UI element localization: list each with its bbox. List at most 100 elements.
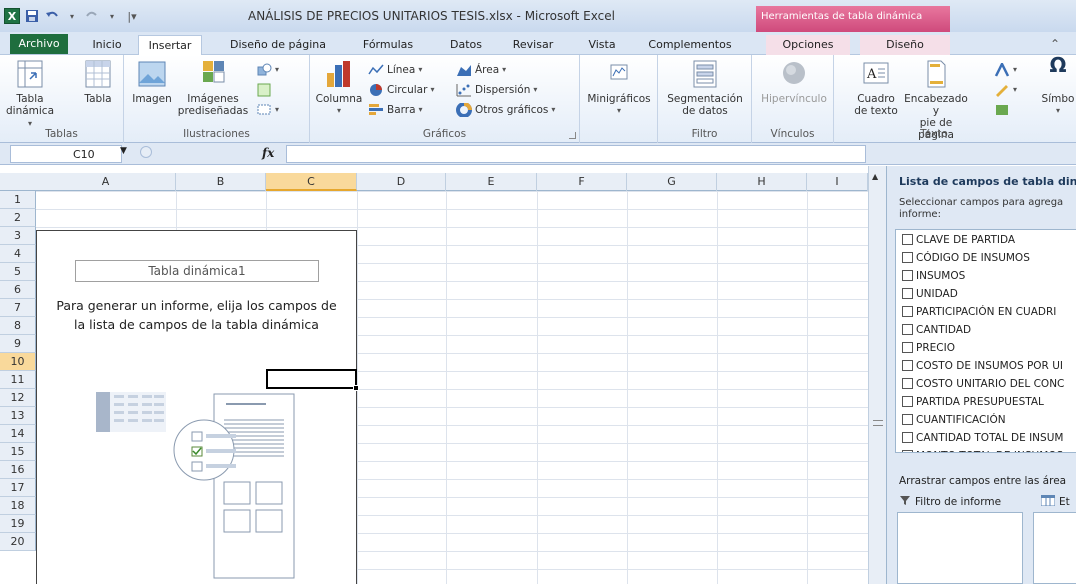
smartart-button[interactable]	[256, 81, 272, 98]
image-button[interactable]: Imagen	[132, 59, 172, 105]
tab-insertar[interactable]: Insertar	[138, 35, 202, 56]
row-header-7[interactable]: 7	[0, 299, 36, 317]
field-item[interactable]: COSTO DE INSUMOS POR UI	[902, 357, 1063, 374]
charts-dialog-launcher[interactable]	[569, 132, 576, 139]
vertical-scrollbar[interactable]: ▲	[868, 166, 886, 584]
textbox-button[interactable]: A Cuadro de texto	[854, 59, 898, 117]
hyperlink-button[interactable]: Hipervínculo	[758, 59, 830, 105]
row-header-10[interactable]: 10	[0, 353, 36, 371]
field-item[interactable]: PARTICIPACIÓN EN CUADRI	[902, 303, 1056, 320]
field-checkbox[interactable]	[902, 270, 913, 281]
tab-diseno[interactable]: Diseño	[860, 35, 950, 55]
field-item[interactable]: INSUMOS	[902, 267, 965, 284]
symbol-button[interactable]: Ω Símbo ▾	[1040, 55, 1076, 117]
scroll-up-icon[interactable]: ▲	[872, 172, 878, 181]
pivot-table-button[interactable]: Tabla dinámica ▾	[4, 59, 56, 130]
tab-opciones[interactable]: Opciones	[766, 35, 850, 55]
tab-archivo[interactable]: Archivo	[10, 34, 68, 54]
row-header-18[interactable]: 18	[0, 497, 36, 515]
field-item[interactable]: PARTIDA PRESUPUESTAL	[902, 393, 1044, 410]
tab-vista[interactable]: Vista	[580, 35, 624, 55]
column-header-e[interactable]: E	[446, 173, 537, 191]
field-checkbox[interactable]	[902, 342, 913, 353]
field-item[interactable]: COSTO UNITARIO DEL CONC	[902, 375, 1064, 392]
row-header-13[interactable]: 13	[0, 407, 36, 425]
insert-function-button[interactable]: fx	[262, 146, 274, 160]
line-chart-button[interactable]: Línea ▾	[368, 61, 422, 78]
report-filter-drop-area[interactable]	[897, 512, 1023, 584]
row-header-6[interactable]: 6	[0, 281, 36, 299]
tab-inicio[interactable]: Inicio	[82, 35, 132, 55]
pie-chart-button[interactable]: Circular ▾	[368, 81, 434, 98]
field-item[interactable]: CANTIDAD	[902, 321, 971, 338]
field-checkbox[interactable]	[902, 252, 913, 263]
row-header-2[interactable]: 2	[0, 209, 36, 227]
field-item[interactable]: PRECIO	[902, 339, 955, 356]
table-button[interactable]: Tabla	[76, 59, 120, 105]
column-header-i[interactable]: I	[807, 173, 868, 191]
column-header-d[interactable]: D	[357, 173, 446, 191]
field-item[interactable]: CANTIDAD TOTAL DE INSUM	[902, 429, 1063, 446]
scatter-chart-button[interactable]: Dispersión ▾	[456, 81, 537, 98]
undo-icon[interactable]	[44, 8, 60, 24]
field-item[interactable]: CUANTIFICACIÓN	[902, 411, 1006, 428]
row-header-19[interactable]: 19	[0, 515, 36, 533]
field-item[interactable]: UNIDAD	[902, 285, 958, 302]
clipart-button[interactable]: Imágenes prediseñadas	[172, 59, 254, 117]
tab-diseno-pagina[interactable]: Diseño de página	[222, 35, 334, 55]
field-item[interactable]: CÓDIGO DE INSUMOS	[902, 249, 1030, 266]
other-charts-button[interactable]: Otros gráficos ▾	[456, 101, 555, 118]
column-header-f[interactable]: F	[537, 173, 627, 191]
bar-chart-button[interactable]: Barra ▾	[368, 101, 423, 118]
field-checkbox[interactable]	[902, 432, 913, 443]
column-header-h[interactable]: H	[717, 173, 807, 191]
area-chart-button[interactable]: Área ▾	[456, 61, 506, 78]
row-header-15[interactable]: 15	[0, 443, 36, 461]
row-header-17[interactable]: 17	[0, 479, 36, 497]
column-header-g[interactable]: G	[627, 173, 717, 191]
sparklines-button[interactable]: Minigráficos ▾	[582, 59, 656, 117]
slicer-button[interactable]: Segmentación de datos	[662, 59, 748, 117]
column-header-a[interactable]: A	[36, 173, 176, 191]
redo-icon[interactable]	[84, 8, 100, 24]
row-header-14[interactable]: 14	[0, 425, 36, 443]
field-checkbox[interactable]	[902, 288, 913, 299]
shapes-button[interactable]: ▾	[256, 61, 279, 78]
tab-revisar[interactable]: Revisar	[504, 35, 562, 55]
row-header-4[interactable]: 4	[0, 245, 36, 263]
field-checkbox[interactable]	[902, 414, 913, 425]
field-checkbox[interactable]	[902, 306, 913, 317]
fill-handle[interactable]	[353, 385, 359, 391]
row-header-1[interactable]: 1	[0, 191, 36, 209]
row-header-3[interactable]: 3	[0, 227, 36, 245]
row-header-11[interactable]: 11	[0, 371, 36, 389]
object-button[interactable]	[994, 101, 1010, 118]
customize-qat-icon[interactable]: |▾	[124, 8, 140, 24]
row-header-20[interactable]: 20	[0, 533, 36, 551]
row-header-12[interactable]: 12	[0, 389, 36, 407]
field-checkbox[interactable]	[902, 396, 913, 407]
row-header-5[interactable]: 5	[0, 263, 36, 281]
field-item[interactable]: CLAVE DE PARTIDA	[902, 231, 1015, 248]
formula-input[interactable]	[286, 145, 866, 163]
field-checkbox[interactable]	[902, 360, 913, 371]
column-header-b[interactable]: B	[176, 173, 266, 191]
undo-dropdown-icon[interactable]: ▾	[64, 8, 80, 24]
wordart-button[interactable]: ▾	[994, 60, 1017, 78]
screenshot-button[interactable]: ▾	[256, 101, 279, 118]
name-box-dropdown-icon[interactable]: ▼	[120, 146, 127, 156]
tab-datos[interactable]: Datos	[442, 35, 490, 55]
name-box[interactable]: C10	[10, 145, 122, 163]
redo-dropdown-icon[interactable]: ▾	[104, 8, 120, 24]
active-cell-C10[interactable]	[266, 369, 357, 389]
tab-complementos[interactable]: Complementos	[642, 35, 738, 55]
tab-formulas[interactable]: Fórmulas	[356, 35, 420, 55]
field-checkbox[interactable]	[902, 234, 913, 245]
column-labels-drop-area[interactable]	[1033, 512, 1076, 584]
row-header-16[interactable]: 16	[0, 461, 36, 479]
row-header-9[interactable]: 9	[0, 335, 36, 353]
field-checkbox[interactable]	[902, 324, 913, 335]
save-icon[interactable]	[24, 8, 40, 24]
field-checkbox[interactable]	[902, 450, 913, 452]
scroll-grip-icon[interactable]	[873, 420, 883, 426]
